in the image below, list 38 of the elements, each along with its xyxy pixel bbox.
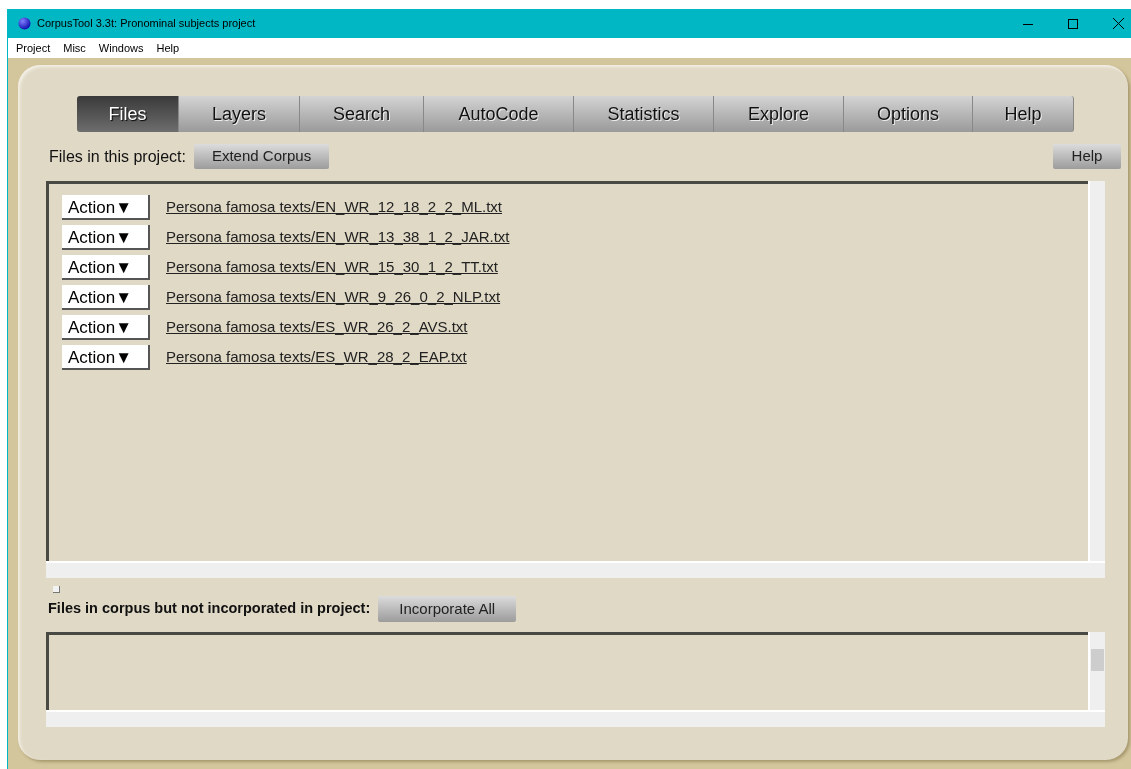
sash-handle[interactable] bbox=[53, 586, 60, 593]
action-menu-button[interactable]: Action▼ bbox=[62, 284, 150, 310]
file-link[interactable]: Persona famosa texts/EN_WR_12_18_2_2_ML.txt bbox=[166, 195, 502, 219]
incorporate-all-button[interactable]: Incorporate All bbox=[378, 596, 517, 622]
tab[interactable]: Options bbox=[844, 96, 973, 132]
close-icon[interactable] bbox=[1113, 18, 1124, 29]
tab[interactable]: AutoCode bbox=[424, 96, 574, 132]
vertical-scrollbar[interactable] bbox=[1088, 181, 1105, 561]
menu-item[interactable]: Misc bbox=[63, 39, 86, 57]
tab[interactable]: Search bbox=[300, 96, 424, 132]
extend-corpus-button[interactable]: Extend Corpus bbox=[193, 144, 330, 169]
file-link[interactable]: Persona famosa texts/ES_WR_26_2_AVS.txt bbox=[166, 315, 468, 339]
action-menu-button[interactable]: Action▼ bbox=[62, 194, 150, 220]
help-button[interactable]: Help bbox=[1053, 144, 1121, 169]
action-menu-button[interactable]: Action▼ bbox=[62, 254, 150, 280]
menu-item[interactable]: Project bbox=[16, 39, 51, 57]
file-link[interactable]: Persona famosa texts/EN_WR_13_38_1_2_JAR.txt bbox=[166, 225, 510, 249]
menu-item[interactable]: Help bbox=[156, 39, 180, 57]
horizontal-scrollbar[interactable] bbox=[46, 710, 1105, 727]
maximize-icon[interactable] bbox=[1068, 18, 1078, 29]
action-menu-button[interactable]: Action▼ bbox=[62, 224, 150, 250]
file-link[interactable]: Persona famosa texts/ES_WR_28_2_EAP.txt bbox=[166, 345, 467, 369]
file-link[interactable]: Persona famosa texts/EN_WR_9_26_0_2_NLP.txt bbox=[166, 285, 501, 309]
app-icon bbox=[18, 17, 31, 30]
menu-item[interactable]: Windows bbox=[98, 39, 144, 57]
vertical-scrollbar[interactable] bbox=[1088, 632, 1105, 710]
tab[interactable]: Files bbox=[77, 96, 179, 132]
file-link[interactable]: Persona famosa texts/EN_WR_15_30_1_2_TT.txt bbox=[166, 255, 498, 279]
tab[interactable]: Help bbox=[973, 96, 1074, 132]
horizontal-scrollbar[interactable] bbox=[46, 561, 1105, 578]
action-menu-button[interactable]: Action▼ bbox=[62, 344, 150, 370]
section-label: Files in corpus but not incorporated in project: bbox=[48, 599, 371, 619]
section-label: Files in this project: bbox=[49, 146, 186, 167]
window-title: CorpusTool 3.3t: Pronominal subjects project bbox=[37, 16, 256, 32]
action-menu-button[interactable]: Action▼ bbox=[62, 314, 150, 340]
tab[interactable]: Explore bbox=[714, 96, 844, 132]
tab[interactable]: Statistics bbox=[574, 96, 714, 132]
tab[interactable]: Layers bbox=[179, 96, 300, 132]
